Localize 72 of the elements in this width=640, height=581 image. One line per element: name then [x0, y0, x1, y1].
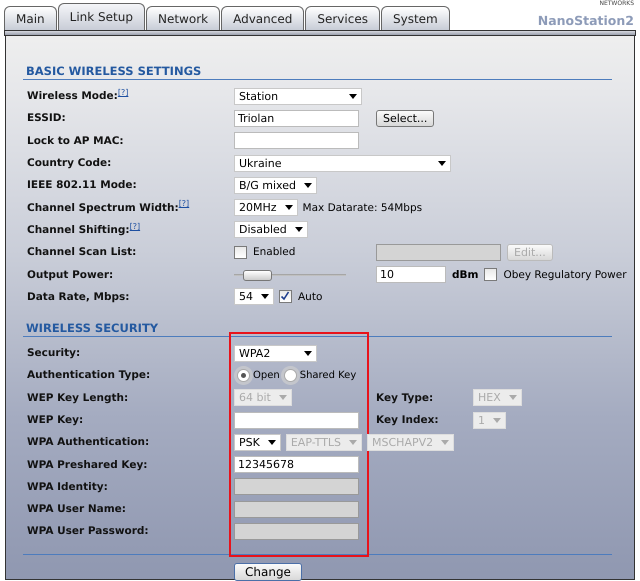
- help-link[interactable]: [?]: [178, 199, 190, 208]
- field-label: WEP Key:: [27, 414, 84, 426]
- field-label: Security:: [27, 347, 80, 360]
- caret-icon: [304, 350, 312, 356]
- checkbox[interactable]: [279, 290, 292, 304]
- checkbox-label: Obey Regulatory Power: [503, 268, 627, 281]
- caret-icon: [261, 294, 269, 300]
- tab[interactable]: Main: [4, 6, 57, 30]
- input-field[interactable]: Triolan: [234, 110, 359, 127]
- caret-icon: [304, 182, 312, 188]
- tab[interactable]: Network: [146, 6, 220, 30]
- field-label: Output Power:: [27, 268, 114, 281]
- button[interactable]: Select...: [376, 110, 434, 127]
- tab[interactable]: Advanced: [221, 6, 304, 30]
- checkbox[interactable]: [234, 246, 247, 259]
- dropdown[interactable]: PSK: [234, 434, 281, 451]
- slider-thumb[interactable]: [242, 270, 272, 281]
- field-label: WPA User Name:: [27, 503, 126, 516]
- dropdown[interactable]: Ukraine: [234, 154, 451, 172]
- dropdown[interactable]: 54: [234, 288, 274, 306]
- info-text: Max Datarate: 54Mbps: [302, 202, 422, 214]
- section-title: WIRELESS SECURITY: [23, 320, 612, 337]
- dropdown[interactable]: 20MHz: [234, 199, 298, 216]
- field-label: Channel Spectrum Width:: [27, 202, 179, 214]
- tab[interactable]: System: [380, 6, 450, 30]
- model-name: NanoStation2: [538, 13, 634, 28]
- field-label: WPA User Password:: [27, 525, 149, 538]
- dropdown[interactable]: B/G mixed: [234, 176, 317, 194]
- caret-icon: [278, 395, 287, 400]
- dropdown[interactable]: WPA2: [234, 344, 317, 362]
- caret-icon: [268, 440, 276, 445]
- section-title: BASIC WIRELESS SETTINGS: [23, 64, 612, 80]
- field-label: WEP Key Length:: [27, 392, 128, 404]
- caret-icon: [438, 160, 446, 166]
- input-field[interactable]: 10: [376, 266, 446, 284]
- input-field[interactable]: [234, 412, 359, 428]
- caret-icon: [493, 418, 501, 422]
- dropdown[interactable]: Disabled: [234, 221, 308, 238]
- field-label: ESSID:: [27, 112, 66, 124]
- field-label: Key Type:: [376, 392, 434, 404]
- field-label: Lock to AP MAC:: [27, 134, 124, 147]
- change-button[interactable]: Change: [234, 562, 302, 581]
- checkbox-label: Enabled: [253, 246, 296, 258]
- caret-icon: [294, 227, 303, 232]
- field-label: WPA Identity:: [27, 480, 108, 493]
- caret-icon: [508, 395, 517, 400]
- info-text: dBm: [452, 268, 478, 281]
- help-link[interactable]: [?]: [118, 88, 128, 97]
- caret-icon: [349, 440, 358, 445]
- radio-label: Shared Key: [300, 370, 356, 381]
- radio-label: Open: [253, 370, 280, 381]
- field-label: WPA Preshared Key:: [27, 458, 148, 471]
- field-label: IEEE 802.11 Mode:: [27, 179, 137, 192]
- field-label: Channel Scan List:: [27, 246, 136, 258]
- tab[interactable]: Link Setup: [58, 3, 145, 30]
- tab[interactable]: Services: [305, 6, 380, 30]
- field-label: Key Index:: [376, 414, 440, 426]
- help-link[interactable]: [?]: [130, 222, 140, 231]
- field-label: Country Code:: [27, 157, 112, 170]
- input-field[interactable]: [234, 132, 359, 150]
- caret-icon: [441, 440, 450, 445]
- caret-icon: [284, 205, 293, 210]
- dropdown[interactable]: Station: [234, 88, 362, 105]
- field-label: Channel Shifting:: [27, 224, 130, 236]
- field-label: Authentication Type:: [27, 369, 150, 382]
- checkbox-label: Auto: [298, 290, 322, 303]
- caret-icon: [349, 94, 357, 99]
- checkbox[interactable]: [484, 268, 498, 282]
- field-label: Data Rate, Mbps:: [27, 290, 130, 303]
- input-field[interactable]: 12345678: [234, 456, 359, 474]
- field-label: WPA Authentication:: [27, 436, 150, 448]
- field-label: Wireless Mode:: [27, 90, 118, 102]
